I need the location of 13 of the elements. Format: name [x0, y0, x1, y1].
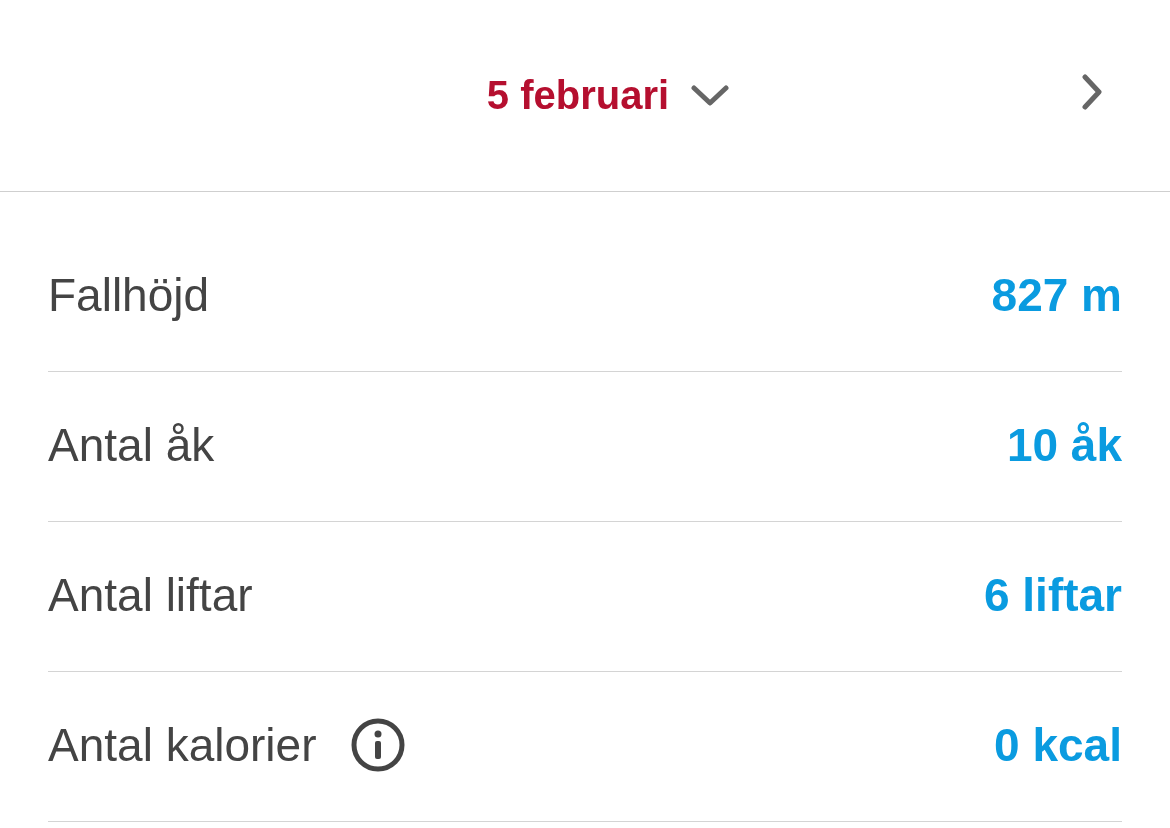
stat-value: 827 m: [991, 267, 1122, 322]
stat-label: Antal kalorier: [48, 717, 317, 772]
date-label: 5 februari: [486, 73, 670, 118]
info-icon[interactable]: [350, 716, 407, 773]
stat-value: 0 kcal: [994, 717, 1122, 772]
stat-label: Antal liftar: [48, 567, 253, 622]
stat-label: Fallhöjd: [48, 267, 210, 322]
chevron-down-icon: [691, 84, 730, 107]
stat-value: 6 liftar: [983, 567, 1122, 622]
date-dropdown[interactable]: 5 februari: [486, 73, 730, 118]
chevron-right-icon: [1081, 74, 1103, 110]
stat-value: 10 åk: [1006, 417, 1122, 472]
stat-label: Antal åk: [48, 417, 215, 472]
